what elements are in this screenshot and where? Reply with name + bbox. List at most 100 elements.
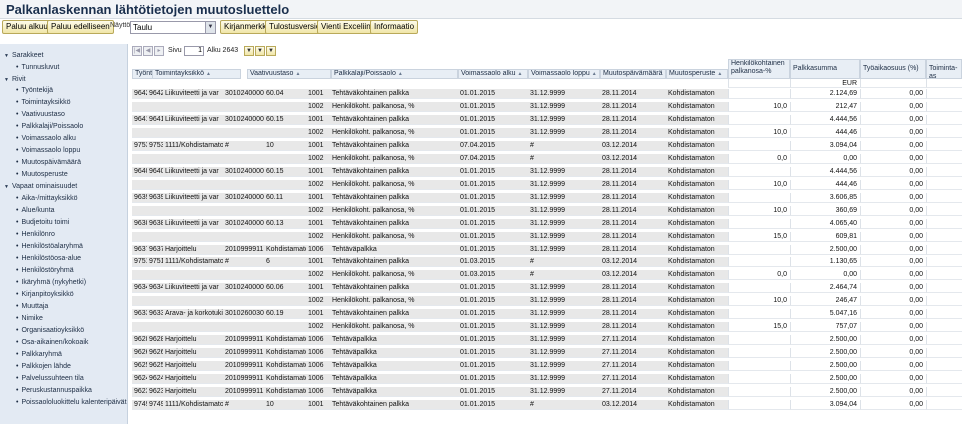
column-header[interactable]: Muutospäivämäärä▲ xyxy=(600,69,666,79)
sidebar-item[interactable]: • Muutosperuste xyxy=(0,169,127,180)
next-page-scroll-icon[interactable]: ▼ xyxy=(255,46,265,56)
last-page-icon[interactable]: ▼ xyxy=(266,46,276,56)
table-cell-sum: 2.500,00 xyxy=(790,244,860,255)
table-cell-wage: Tehtäväkohtainen palkka xyxy=(330,257,458,268)
table-row: 96389638Liikuviteetti ja var301024000060… xyxy=(132,218,962,229)
sidebar-item-label: Kirjanpitoyksikkö xyxy=(21,290,74,298)
table-cell-start: 01.01.2015 xyxy=(458,127,528,138)
measure-header[interactable]: Henkilökohtainen palkanosa-% xyxy=(728,59,790,79)
export-excel-button[interactable]: Vienti Exceliin xyxy=(317,20,375,34)
first-page-icon[interactable]: |◀ xyxy=(132,46,142,56)
sidebar-item-label: Henkilöstöosa-alue xyxy=(21,254,81,262)
page-input[interactable]: 1 xyxy=(184,46,204,56)
sidebar-item[interactable]: • Henkilöstöosa-alue xyxy=(0,253,127,264)
table-cell-lvl: 60.11 xyxy=(264,192,306,203)
table-cell-time: 0,00 xyxy=(860,335,926,346)
prev-page-icon[interactable]: ◀ xyxy=(143,46,153,56)
sidebar-item[interactable]: • Tunnusluvut xyxy=(0,62,127,73)
table-cell-id1: 9626 xyxy=(132,348,147,359)
sidebar-item[interactable]: • Aika-/mittayksikkö xyxy=(0,193,127,204)
table-cell-end: 31.12.9999 xyxy=(528,309,600,320)
sidebar-item[interactable]: • Organisaatioyksikkö xyxy=(0,325,127,336)
print-version-button[interactable]: Tulostusversio xyxy=(265,20,325,34)
sidebar-item[interactable]: • Alue/kunta xyxy=(0,205,127,216)
table-cell-end: # xyxy=(528,400,600,411)
sidebar-item[interactable]: • Nimike xyxy=(0,313,127,324)
table-cell-wage: Tehtäväpalkka xyxy=(330,361,458,372)
sidebar-item[interactable]: • Kirjanpitoyksikkö xyxy=(0,289,127,300)
sidebar-item-label: Voimassaolo loppu xyxy=(21,147,81,155)
table-cell-cost xyxy=(223,296,264,307)
sidebar-item[interactable]: • Peruskustannuspaikka xyxy=(0,385,127,396)
page-label: Sivu xyxy=(168,47,182,54)
sidebar-item[interactable]: • Voimassaolo loppu xyxy=(0,145,127,156)
sidebar-item[interactable]: • Työntekijä xyxy=(0,85,127,96)
view-select[interactable]: Taulu ▼ xyxy=(130,21,216,34)
sidebar-item[interactable]: • Poissaololuokittelu kalenteripäivät xyxy=(0,397,127,408)
table-cell-reason: Kohdistamaton xyxy=(666,270,728,281)
sidebar-item[interactable]: • Ikäryhmä (nykyhetki) xyxy=(0,277,127,288)
sidebar-section[interactable]: ▼ Sarakkeet xyxy=(0,50,127,61)
sidebar-section[interactable]: ▼ Rivit xyxy=(0,74,127,85)
table-cell-start: 01.03.2015 xyxy=(458,270,528,281)
sidebar-item[interactable]: • Osa-aikainen/kokoaik xyxy=(0,337,127,348)
table-cell-pct xyxy=(728,348,790,359)
measure-header[interactable]: Toiminta-as xyxy=(926,59,962,79)
bullet-icon: • xyxy=(16,87,19,95)
table-cell-id2: 9623 xyxy=(147,387,163,398)
next-page-small-icon[interactable]: ▸ xyxy=(154,46,164,56)
sidebar-item[interactable]: • Vaativuustaso xyxy=(0,109,127,120)
bullet-icon: • xyxy=(16,290,19,298)
next-page-icon[interactable]: ▼ xyxy=(244,46,254,56)
sidebar-item[interactable]: • Henkilönro xyxy=(0,229,127,240)
table-cell-code: 1001 xyxy=(306,218,330,229)
table-cell-pct: 10,0 xyxy=(728,179,790,190)
table-cell-time: 0,00 xyxy=(860,192,926,203)
sidebar-item[interactable]: • Voimassaolo alku xyxy=(0,133,127,144)
column-header[interactable]: Voimassaolo alku ▲ xyxy=(458,69,528,79)
column-header[interactable]: Toimintayksikkö ▲ xyxy=(152,69,241,79)
table-cell-reason: Kohdistamaton xyxy=(666,257,728,268)
measure-header[interactable]: Palkkasumma xyxy=(790,59,860,79)
column-header[interactable]: Voimassaolo loppu ▲ xyxy=(528,69,600,79)
column-header[interactable]: Palkkalaji/Poissaolo ▲ xyxy=(331,69,458,79)
information-button[interactable]: Informaatio xyxy=(370,20,419,34)
table-cell-unit: 1111/Kohdistamaton xyxy=(163,140,223,151)
measure-header[interactable]: Työaikaosuus (%) xyxy=(860,59,926,79)
bullet-icon: • xyxy=(16,302,19,310)
sidebar-item[interactable]: • Henkilöstöryhmä xyxy=(0,265,127,276)
sidebar-item[interactable]: • Palkkaryhmä xyxy=(0,349,127,360)
sidebar-section[interactable]: ▼ Vapaat ominaisuudet xyxy=(0,181,127,192)
table-cell-id1: 9633 xyxy=(132,309,147,320)
column-header[interactable]: Muutosperuste ▲ xyxy=(666,69,728,79)
sidebar-item[interactable]: • Henkilöstöalaryhmä xyxy=(0,241,127,252)
table-cell-unit xyxy=(163,153,223,164)
table-cell-extra xyxy=(926,374,962,385)
table-cell-sum: 2.464,74 xyxy=(790,283,860,294)
bullet-icon: • xyxy=(16,254,19,262)
table-cell-sum: 2.500,00 xyxy=(790,374,860,385)
sidebar-item[interactable]: • Budjetoitu toimi xyxy=(0,217,127,228)
table-cell-unit: Liikuviteetti ja var xyxy=(163,89,223,99)
sidebar-item[interactable]: • Palkkojen lähde xyxy=(0,361,127,372)
table-cell-end: # xyxy=(528,140,600,151)
column-header[interactable]: Vaativuustaso ▲ xyxy=(247,69,331,79)
sidebar-item[interactable]: • Muuttaja xyxy=(0,301,127,312)
table-cell-reason: Kohdistamaton xyxy=(666,127,728,138)
table-cell-sum: 444,46 xyxy=(790,127,860,138)
sidebar-item[interactable]: • Palvelussuhteen tila xyxy=(0,373,127,384)
sidebar-item[interactable]: • Palkkalaji/Poissaolo xyxy=(0,121,127,132)
table-cell-reason: Kohdistamaton xyxy=(666,348,728,359)
table-cell-wage: Tehtäväpalkka xyxy=(330,335,458,346)
sidebar-item[interactable]: • Muutospäivämäärä xyxy=(0,157,127,168)
table-cell-code: 1002 xyxy=(306,270,330,281)
table-cell-time: 0,00 xyxy=(860,296,926,307)
back-button[interactable]: Paluu edelliseen xyxy=(47,20,114,34)
table-cell-code: 1002 xyxy=(306,205,330,216)
table-cell-end: # xyxy=(528,270,600,281)
sidebar-item[interactable]: • Toimintayksikkö xyxy=(0,97,127,108)
table-row: 1002 Henkilökoht. palkanosa, % 07.04.2015 #… xyxy=(132,153,962,164)
page-title: Palkanlaskennan lähtötietojen muutosluet… xyxy=(6,2,290,17)
table-row: 1002 Henkilökoht. palkanosa, % 01.01.2015 3… xyxy=(132,322,962,333)
table-cell-sum: 2.500,00 xyxy=(790,387,860,398)
